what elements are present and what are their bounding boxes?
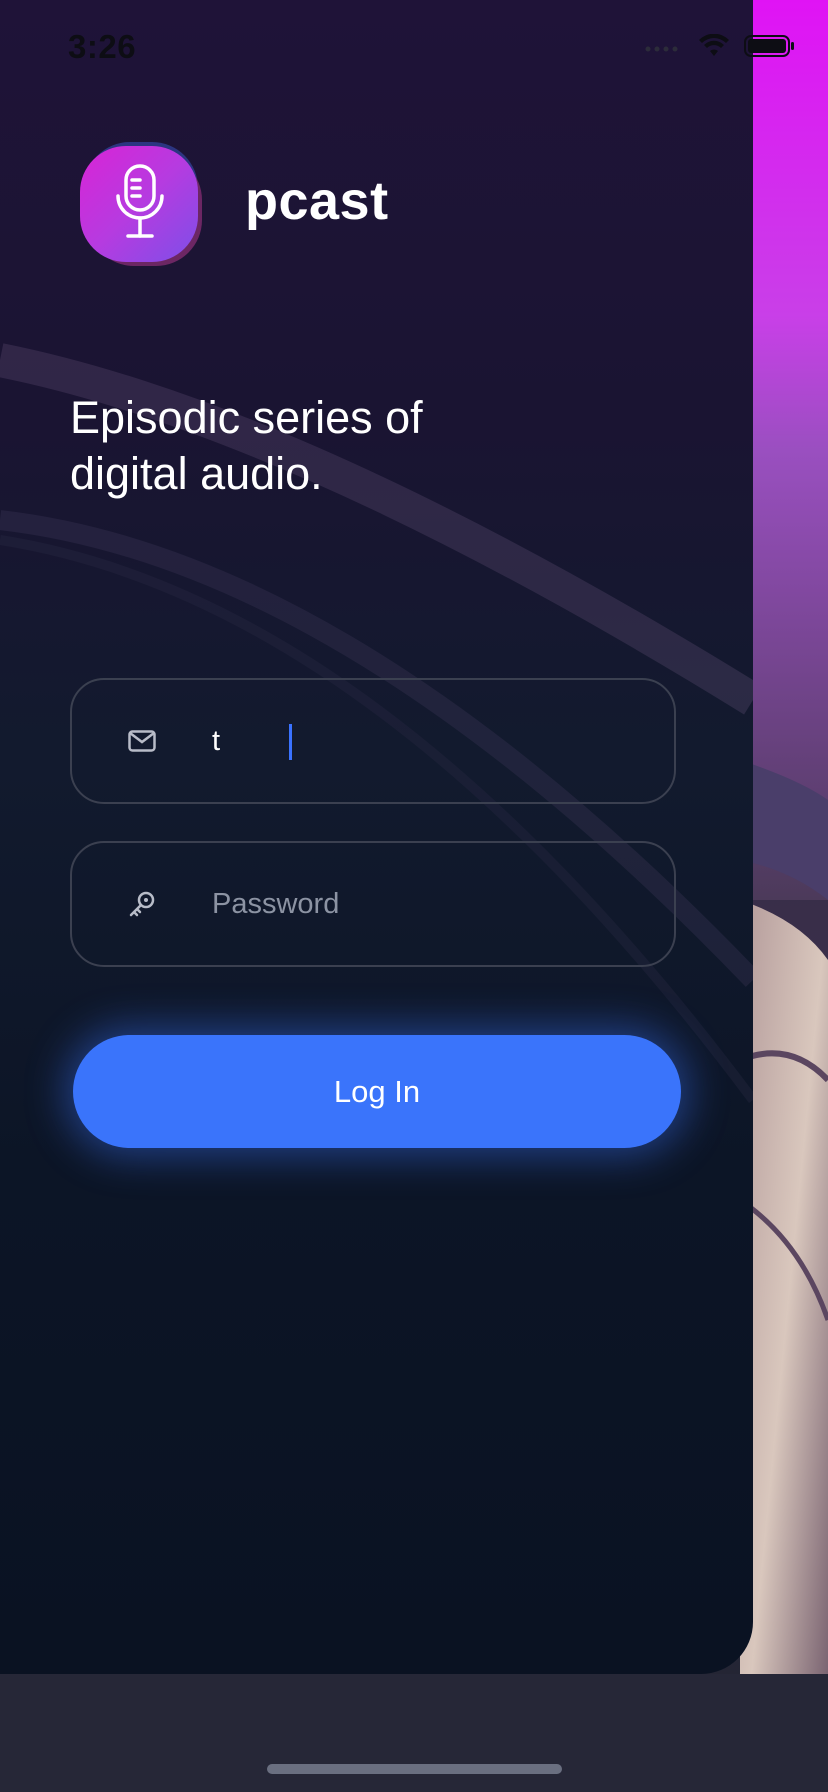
app-name: pcast <box>245 171 389 231</box>
status-time: 3:26 <box>68 28 137 65</box>
wifi-icon <box>699 34 729 56</box>
tagline: Episodic series of digital audio. <box>70 392 423 499</box>
signal-icon <box>645 46 678 52</box>
status-icons <box>644 34 796 58</box>
login-screen: 3:26 pcast Episodic series of digital au… <box>0 0 828 1792</box>
microphone-icon <box>80 142 202 266</box>
email-field[interactable] <box>70 678 676 804</box>
key-icon <box>127 889 157 919</box>
home-indicator[interactable] <box>267 1764 562 1774</box>
mail-icon <box>127 726 157 756</box>
email-input[interactable] <box>212 719 650 763</box>
password-field[interactable] <box>70 841 676 967</box>
login-button[interactable]: Log In <box>73 1035 681 1148</box>
password-input[interactable] <box>212 882 650 926</box>
battery-icon <box>744 35 794 57</box>
text-caret <box>289 724 292 760</box>
